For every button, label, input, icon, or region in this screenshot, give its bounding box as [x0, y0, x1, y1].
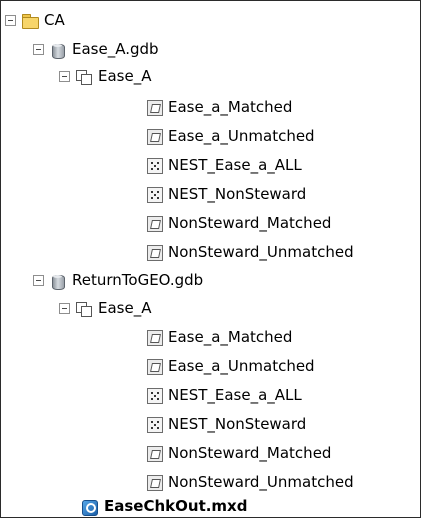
tree-node-label: NonSteward_Unmatched: [168, 243, 354, 261]
tree-node-feature-dataset[interactable]: Ease_A: [59, 297, 151, 320]
polygon-feature-class-icon: [147, 329, 163, 346]
tree-node-label: NonSteward_Unmatched: [168, 473, 354, 491]
polygon-feature-class-icon: [147, 128, 163, 145]
collapse-toggle[interactable]: [59, 71, 70, 82]
tree-node-feature-class[interactable]: NEST_Ease_a_ALL: [147, 384, 302, 407]
tree-node-label: Ease_a_Matched: [168, 328, 293, 346]
catalog-tree-panel: CA Ease_A.gdb Ease_A Ease_a_Matched Ease…: [0, 0, 421, 518]
collapse-toggle[interactable]: [5, 15, 16, 26]
tree-node-feature-class[interactable]: NonSteward_Unmatched: [147, 241, 354, 264]
point-feature-class-icon: [147, 416, 163, 433]
polygon-feature-class-icon: [147, 215, 163, 232]
geodatabase-icon: [49, 273, 67, 290]
tree-node-label: NEST_Ease_a_ALL: [168, 386, 302, 404]
geodatabase-icon: [49, 42, 67, 59]
polygon-feature-class-icon: [147, 445, 163, 462]
feature-dataset-icon: [75, 69, 93, 85]
tree-node-label: Ease_a_Unmatched: [168, 127, 315, 145]
point-feature-class-icon: [147, 186, 163, 203]
polygon-feature-class-icon: [147, 244, 163, 261]
tree-node-ca[interactable]: CA: [5, 9, 65, 32]
tree-node-label: NEST_NonSteward: [168, 185, 307, 203]
point-feature-class-icon: [147, 157, 163, 174]
tree-node-label: EaseChkOut.mxd: [104, 497, 248, 515]
tree-node-feature-class[interactable]: NEST_NonSteward: [147, 413, 306, 436]
tree-node-label: Ease_a_Unmatched: [168, 357, 315, 375]
tree-node-label: NonSteward_Matched: [168, 444, 332, 462]
tree-node-label: Ease_A: [98, 299, 152, 317]
polygon-feature-class-icon: [147, 99, 163, 116]
tree-node-gdb[interactable]: Ease_A.gdb: [33, 38, 159, 61]
collapse-toggle[interactable]: [59, 303, 70, 314]
polygon-feature-class-icon: [147, 358, 163, 375]
tree-node-label: Ease_A.gdb: [72, 40, 159, 58]
tree-node-feature-class[interactable]: Ease_a_Unmatched: [147, 125, 315, 148]
collapse-toggle[interactable]: [33, 275, 44, 286]
tree-node-label: NEST_Ease_a_ALL: [168, 156, 302, 174]
polygon-feature-class-icon: [147, 474, 163, 491]
tree-node-map-document[interactable]: EaseChkOut.mxd: [81, 495, 247, 518]
tree-node-feature-class[interactable]: NEST_NonSteward: [147, 183, 306, 206]
tree-node-label: NonSteward_Matched: [168, 214, 332, 232]
tree-node-feature-class[interactable]: Ease_a_Unmatched: [147, 355, 315, 378]
tree-node-feature-class[interactable]: NonSteward_Matched: [147, 212, 331, 235]
tree-node-feature-class[interactable]: NEST_Ease_a_ALL: [147, 154, 302, 177]
tree-node-label: NEST_NonSteward: [168, 415, 307, 433]
tree-node-label: ReturnToGEO.gdb: [72, 271, 204, 289]
feature-dataset-icon: [75, 301, 93, 317]
tree-node-gdb[interactable]: ReturnToGEO.gdb: [33, 269, 203, 292]
tree-node-label: Ease_A: [98, 67, 152, 85]
tree-node-feature-dataset[interactable]: Ease_A: [59, 65, 151, 88]
tree-node-feature-class[interactable]: NonSteward_Unmatched: [147, 471, 354, 494]
map-document-icon: [81, 499, 99, 516]
tree-node-feature-class[interactable]: Ease_a_Matched: [147, 326, 292, 349]
tree-node-feature-class[interactable]: Ease_a_Matched: [147, 96, 292, 119]
tree-node-label: CA: [44, 11, 65, 29]
tree-node-label: Ease_a_Matched: [168, 98, 293, 116]
collapse-toggle[interactable]: [33, 44, 44, 55]
folder-icon: [21, 13, 39, 29]
point-feature-class-icon: [147, 387, 163, 404]
tree-node-feature-class[interactable]: NonSteward_Matched: [147, 442, 331, 465]
